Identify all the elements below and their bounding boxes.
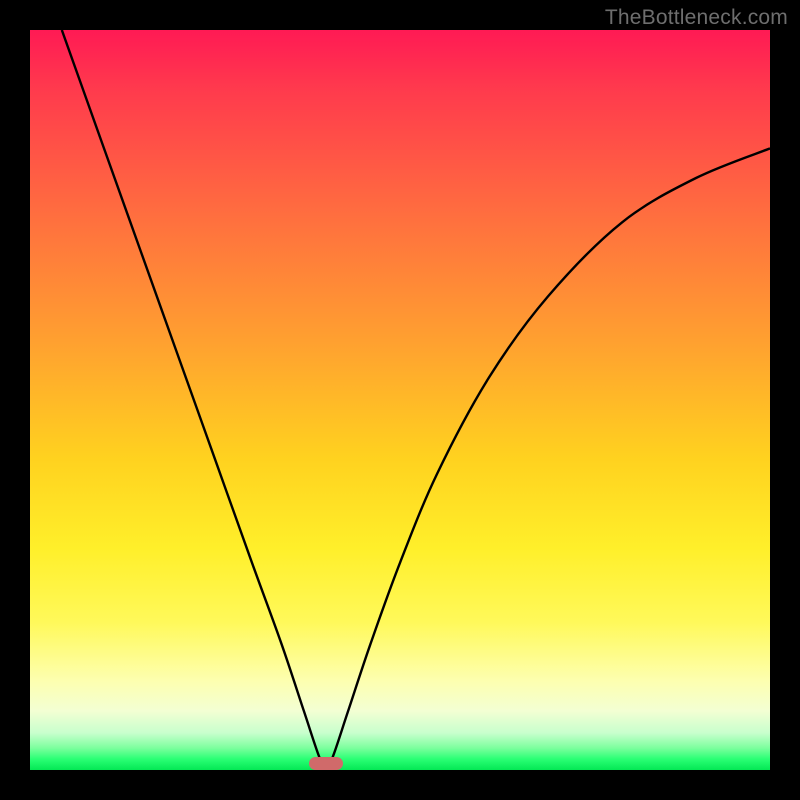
outer-frame: TheBottleneck.com — [0, 0, 800, 800]
bottleneck-curve — [30, 30, 770, 770]
plot-area — [30, 30, 770, 770]
watermark-text: TheBottleneck.com — [605, 6, 788, 30]
minimum-marker — [309, 757, 342, 770]
curve-path — [62, 30, 770, 770]
